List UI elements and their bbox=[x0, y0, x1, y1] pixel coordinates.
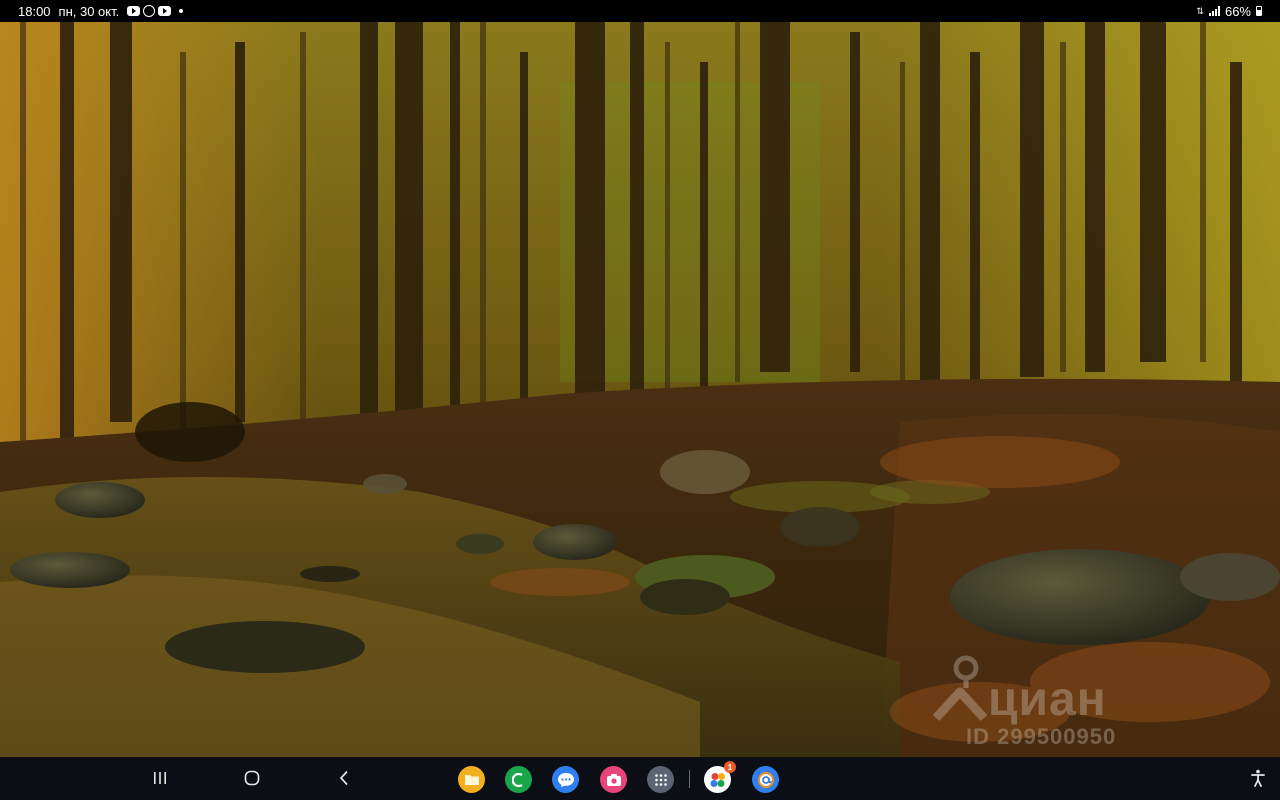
signal-icon bbox=[1208, 6, 1220, 16]
gallery-notification-badge: 1 bbox=[724, 761, 736, 773]
screen-recorder-app[interactable] bbox=[600, 766, 627, 793]
status-bar-left: 18:00 пн, 30 окт. bbox=[18, 3, 184, 19]
home-button[interactable] bbox=[237, 765, 267, 791]
back-icon bbox=[339, 770, 348, 786]
folder-icon bbox=[464, 775, 479, 785]
app-drawer-button[interactable] bbox=[647, 766, 674, 793]
status-bar: 18:00 пн, 30 окт. ⇅ 66% bbox=[0, 0, 1280, 22]
my-files-app[interactable] bbox=[458, 766, 485, 793]
messages-app[interactable] bbox=[552, 766, 579, 793]
youtube-icon bbox=[127, 6, 141, 16]
cian-watermark: циан ID 299500950 bbox=[930, 652, 1170, 757]
accessibility-button[interactable] bbox=[1243, 765, 1273, 791]
phone-app[interactable] bbox=[505, 766, 532, 793]
back-button[interactable] bbox=[329, 765, 359, 791]
email-app[interactable] bbox=[752, 766, 779, 793]
cian-logo-icon bbox=[932, 655, 988, 722]
messages-icon bbox=[557, 772, 574, 787]
status-bar-right: ⇅ 66% bbox=[1196, 4, 1262, 19]
youtube-icon bbox=[158, 6, 172, 16]
forest-stream-image bbox=[0, 22, 1280, 757]
taskbar-divider bbox=[689, 770, 690, 788]
phone-icon bbox=[511, 772, 523, 787]
home-icon bbox=[244, 770, 260, 786]
wifi-calling-icon: ⇅ bbox=[1196, 5, 1204, 16]
notification-icons bbox=[127, 5, 172, 17]
recent-apps-button[interactable] bbox=[145, 765, 175, 791]
cian-logo-text: циан bbox=[988, 673, 1107, 726]
battery-icon bbox=[1256, 6, 1262, 16]
wallpaper-photo: циан ID 299500950 bbox=[0, 22, 1280, 757]
listing-id-text: ID 299500950 bbox=[966, 724, 1117, 749]
date: пн, 30 окт. bbox=[58, 3, 120, 19]
navigation-bar bbox=[0, 757, 1280, 800]
camera-icon bbox=[606, 773, 621, 786]
gallery-icon bbox=[710, 772, 725, 787]
apps-grid-icon bbox=[654, 773, 667, 786]
device-screen: 18:00 пн, 30 окт. ⇅ 66% циан ID 29950095… bbox=[0, 0, 1280, 800]
battery-percent: 66% bbox=[1224, 3, 1251, 19]
more-notifications-dot-icon bbox=[179, 9, 184, 13]
email-at-icon bbox=[757, 771, 774, 788]
whatsapp-icon bbox=[143, 5, 156, 17]
clock: 18:00 bbox=[18, 3, 51, 19]
accessibility-icon bbox=[1251, 769, 1265, 787]
recent-apps-icon bbox=[154, 772, 166, 784]
